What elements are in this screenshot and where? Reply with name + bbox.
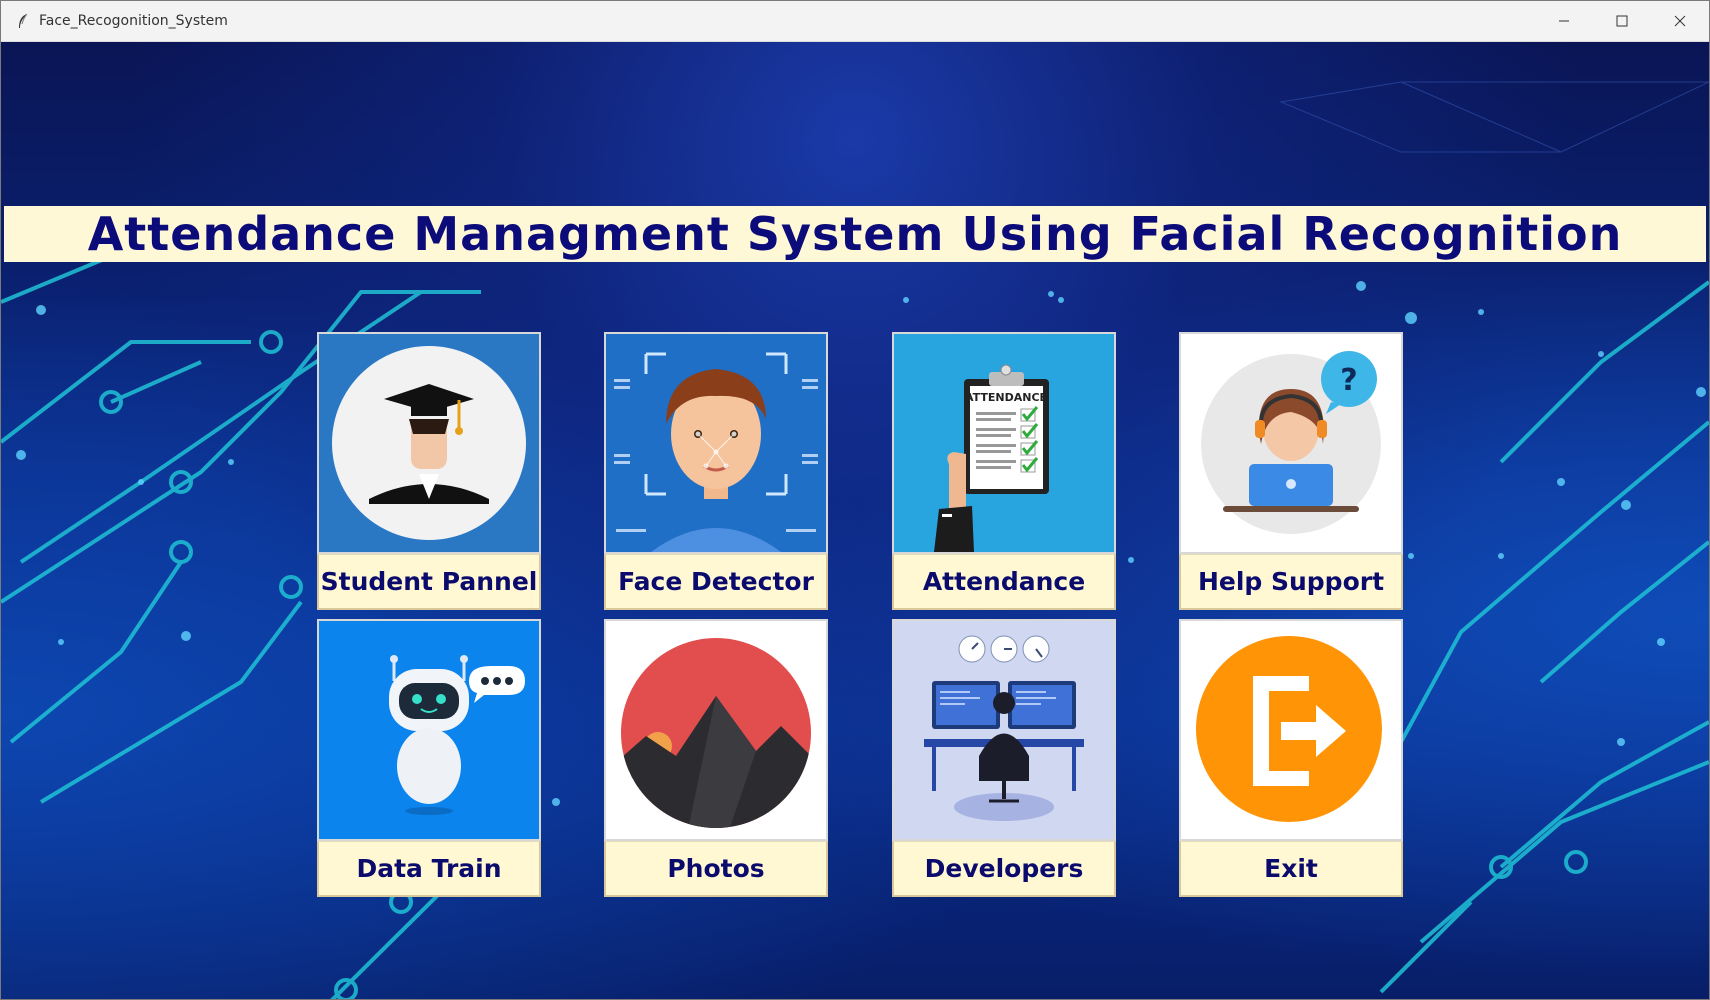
developers-icon bbox=[894, 621, 1114, 839]
tile-image[interactable] bbox=[1179, 619, 1403, 841]
tile-exit[interactable]: Exit bbox=[1179, 619, 1403, 899]
photos-button[interactable]: Photos bbox=[604, 841, 828, 897]
exit-button[interactable]: Exit bbox=[1179, 841, 1403, 897]
tile-photos[interactable]: Photos bbox=[604, 619, 828, 899]
data-train-button[interactable]: Data Train bbox=[317, 841, 541, 897]
title-banner: Attendance Managment System Using Facial… bbox=[4, 206, 1706, 262]
student-pannel-button[interactable]: Student Pannel bbox=[317, 554, 541, 610]
tile-image[interactable] bbox=[604, 332, 828, 554]
app-window: Face_Recogonition_System Attendance Mana… bbox=[0, 0, 1710, 1000]
title-bar[interactable]: Face_Recogonition_System bbox=[1, 1, 1709, 42]
tile-attendance[interactable]: ATTENDANCE Attendance bbox=[892, 332, 1116, 612]
tile-image[interactable] bbox=[317, 332, 541, 554]
feather-icon bbox=[19, 13, 28, 28]
tile-image[interactable] bbox=[604, 619, 828, 841]
face-detector-icon bbox=[606, 334, 826, 552]
maximize-button[interactable] bbox=[1593, 1, 1651, 41]
face-detector-button[interactable]: Face Detector bbox=[604, 554, 828, 610]
tile-face-detector[interactable]: Face Detector bbox=[604, 332, 828, 612]
photos-icon bbox=[606, 621, 826, 839]
help-support-button[interactable]: Help Support bbox=[1179, 554, 1403, 610]
tile-image[interactable] bbox=[317, 619, 541, 841]
circuit-background bbox=[1, 81, 1709, 999]
svg-text:?: ? bbox=[1340, 363, 1357, 398]
help-support-icon: ? bbox=[1181, 334, 1401, 552]
attendance-icon: ATTENDANCE bbox=[894, 334, 1114, 552]
student-icon bbox=[319, 334, 539, 552]
tile-image[interactable] bbox=[892, 619, 1116, 841]
robot-icon bbox=[319, 621, 539, 839]
close-button[interactable] bbox=[1651, 1, 1709, 41]
tile-developers[interactable]: Developers bbox=[892, 619, 1116, 899]
page-title: Attendance Managment System Using Facial… bbox=[87, 207, 1623, 261]
tile-image[interactable]: ATTENDANCE bbox=[892, 332, 1116, 554]
tile-image[interactable]: ? bbox=[1179, 332, 1403, 554]
close-icon bbox=[1674, 15, 1686, 27]
minimize-icon bbox=[1559, 20, 1569, 22]
minimize-button[interactable] bbox=[1535, 1, 1593, 41]
tile-student-pannel[interactable]: Student Pannel bbox=[317, 332, 541, 612]
tile-data-train[interactable]: Data Train bbox=[317, 619, 541, 899]
maximize-icon bbox=[1616, 15, 1628, 27]
tile-help-support[interactable]: ? Help Support bbox=[1179, 332, 1403, 612]
exit-icon bbox=[1181, 621, 1401, 839]
attendance-button[interactable]: Attendance bbox=[892, 554, 1116, 610]
window-title: Face_Recogonition_System bbox=[39, 13, 228, 29]
developers-button[interactable]: Developers bbox=[892, 841, 1116, 897]
attendance-sheet-text: ATTENDANCE bbox=[965, 391, 1047, 404]
main-canvas: Attendance Managment System Using Facial… bbox=[1, 42, 1709, 999]
